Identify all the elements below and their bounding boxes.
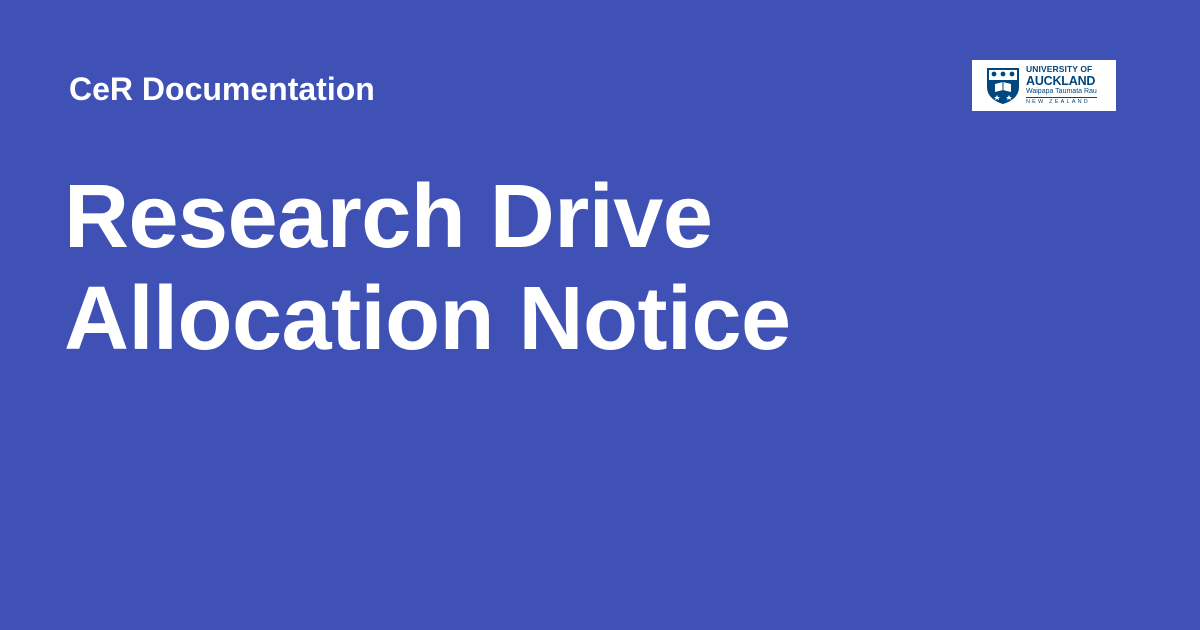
university-crest-icon: [987, 67, 1019, 104]
page-title-line-1: Research Drive: [64, 167, 713, 267]
university-logo: UNIVERSITY OF AUCKLAND Waipapa Taumata R…: [972, 60, 1116, 111]
logo-text-auckland: AUCKLAND: [1026, 73, 1096, 88]
social-card: CeR Documentation Research Drive Allocat…: [0, 0, 1200, 630]
site-name: CeR Documentation: [69, 71, 375, 107]
logo-wordmark: UNIVERSITY OF AUCKLAND Waipapa Taumata R…: [1026, 65, 1097, 106]
page-title-line-2: Allocation Notice: [64, 269, 791, 369]
logo-text-maori-name: Waipapa Taumata Rau: [1026, 88, 1097, 99]
logo-text-university-of: UNIVERSITY OF: [1026, 64, 1093, 75]
page-title: Research Drive Allocation Notice: [64, 166, 964, 370]
logo-text-country: NEW ZEALAND: [1026, 99, 1090, 106]
